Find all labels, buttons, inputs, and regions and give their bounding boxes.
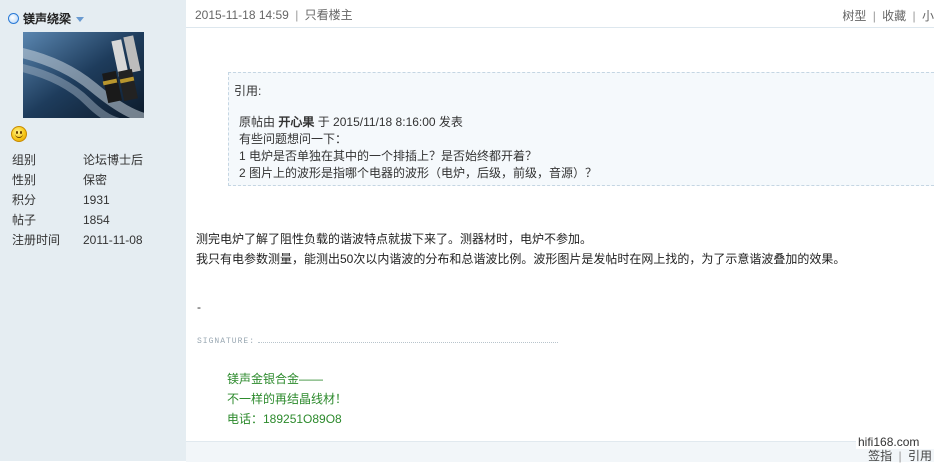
stat-label: 帖子 bbox=[12, 213, 37, 227]
avatar[interactable] bbox=[23, 32, 144, 118]
separator: | bbox=[872, 9, 876, 23]
online-status-icon bbox=[8, 13, 19, 24]
stat-label: 注册时间 bbox=[12, 233, 61, 247]
watermark: hifi168.com bbox=[856, 435, 934, 449]
stat-value: 2011-11-08 bbox=[83, 233, 143, 247]
stat-value: 保密 bbox=[83, 173, 108, 187]
signature-label: SIGNATURE: bbox=[197, 337, 256, 346]
author-info: 镁声绕梁 bbox=[8, 10, 85, 27]
avatar-image bbox=[23, 32, 144, 118]
stat-row-registered: 注册时间 2011-11-08 bbox=[12, 230, 143, 250]
small-font-link[interactable]: 小 bbox=[922, 9, 934, 23]
author-name[interactable]: 镁声绕梁 bbox=[23, 10, 71, 27]
favorite-link[interactable]: 收藏 bbox=[882, 9, 906, 23]
separator: | bbox=[295, 8, 299, 22]
post-body: 测完电炉了解了阻性负载的谐波特点就拔下来了。测器材时，电炉不参加。 我只有电参数… bbox=[196, 229, 845, 269]
signature-divider bbox=[258, 342, 558, 343]
quote-block: 引用: 原帖由 开心果 于 2015/11/18 8:16:00 发表 有些问题… bbox=[228, 72, 934, 186]
tree-view-link[interactable]: 树型 bbox=[842, 9, 866, 23]
post-time-row: 2015-11-18 14:59 | 只看楼主 bbox=[195, 6, 353, 23]
signature-line: 不一样的再结晶线材！ bbox=[227, 392, 348, 406]
post-time: 2015-11-18 14:59 bbox=[195, 8, 289, 22]
quote-line: 1 电炉是否单独在其中的一个排插上？是否始终都开着？ bbox=[239, 149, 538, 163]
signature-line: 电话：189251O89O8 bbox=[227, 412, 342, 426]
stat-label: 组别 bbox=[12, 153, 37, 167]
stat-row-posts: 帖子 1854 bbox=[12, 210, 143, 230]
stat-value: 1931 bbox=[83, 193, 110, 207]
quote-line: 有些问题想问一下： bbox=[239, 132, 348, 146]
quote-author[interactable]: 开心果 bbox=[278, 115, 314, 129]
only-op-link[interactable]: 只看楼主 bbox=[305, 8, 353, 22]
post-header-actions: 树型 | 收藏 | 小 bbox=[842, 7, 934, 24]
stat-value: 1854 bbox=[83, 213, 110, 227]
quote-origin-suffix: 于 2015/11/18 8:16:00 发表 bbox=[317, 115, 463, 129]
body-line: 我只有电参数测量，能测出50次以内谐波的分布和总谐波比例。波形图片是发帖时在网上… bbox=[196, 252, 846, 266]
quote-title: 引用: bbox=[234, 84, 262, 98]
stat-row-group: 组别 论坛博士后 bbox=[12, 150, 143, 170]
smiley-icon bbox=[11, 126, 27, 142]
post-footer-actions: 签指 | 引用 bbox=[868, 447, 932, 464]
quote-origin: 原帖由 开心果 于 2015/11/18 8:16:00 发表 bbox=[239, 113, 463, 130]
signature-line: 镁声金银合金—— bbox=[227, 372, 324, 386]
author-stats: 组别 论坛博士后 性别 保密 积分 1931 帖子 1854 注册时间 2011… bbox=[12, 150, 143, 250]
body-line: 测完电炉了解了阻性负载的谐波特点就拔下来了。测器材时，电炉不参加。 bbox=[196, 232, 593, 246]
author-sidebar: 镁声绕梁 组别 论坛博士后 性别 保密 积分 1931 帖子 1854 注册时间… bbox=[0, 0, 186, 461]
stat-label: 积分 bbox=[12, 193, 37, 207]
chevron-down-icon[interactable] bbox=[76, 17, 85, 22]
separator: | bbox=[912, 9, 916, 23]
quote-line: 2 图片上的波形是指哪个电器的波形（电炉，后级，前级，音源）？ bbox=[239, 166, 598, 180]
stat-row-points: 积分 1931 bbox=[12, 190, 143, 210]
signature: 镁声金银合金—— 不一样的再结晶线材！ 电话：189251O89O8 bbox=[227, 369, 347, 429]
post-header: 2015-11-18 14:59 | 只看楼主 树型 | 收藏 | 小 bbox=[186, 0, 934, 28]
body-dash: - bbox=[197, 300, 201, 314]
stat-value: 论坛博士后 bbox=[83, 153, 144, 167]
stat-label: 性别 bbox=[12, 173, 37, 187]
post-footer bbox=[186, 441, 934, 462]
stat-row-gender: 性别 保密 bbox=[12, 170, 143, 190]
quote-origin-prefix: 原帖由 bbox=[239, 115, 276, 129]
